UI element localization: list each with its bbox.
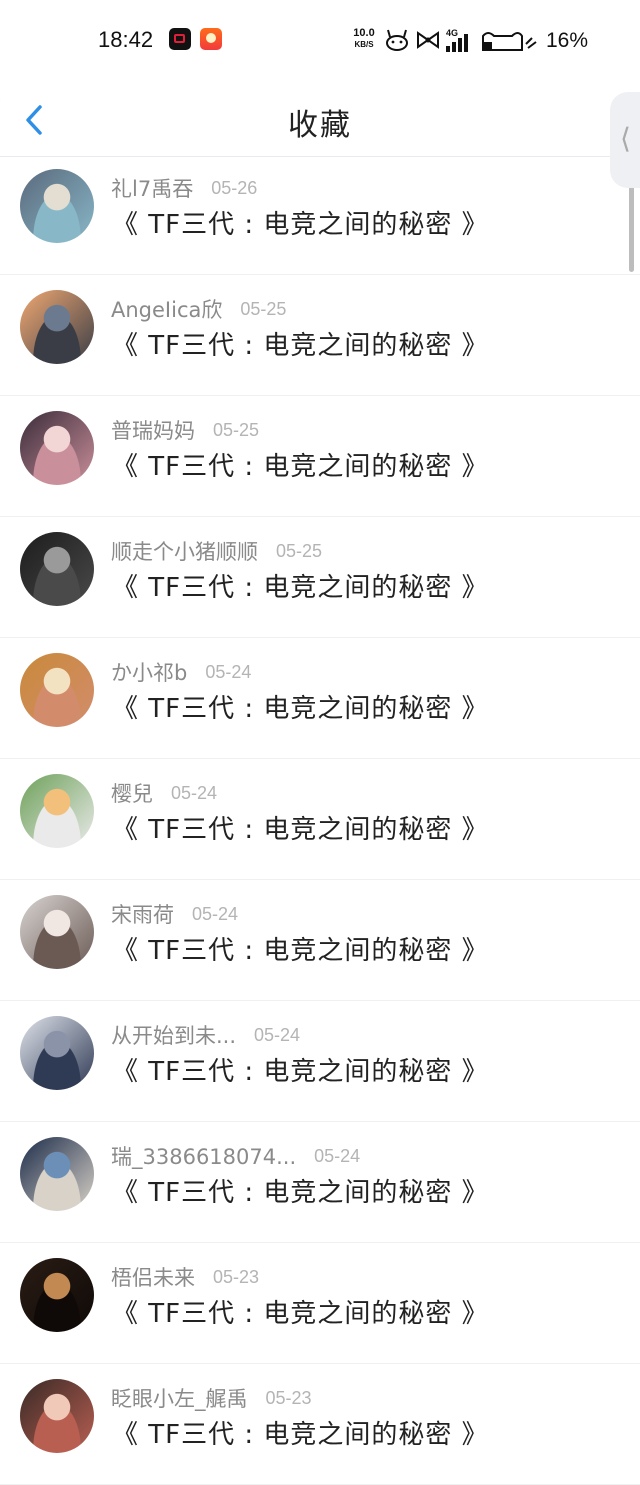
username[interactable]: 顺走个小猪顺顺: [111, 536, 258, 566]
item-meta: 宋雨荷 05-24: [111, 900, 238, 928]
username[interactable]: 宋雨荷: [111, 899, 174, 929]
avatar[interactable]: [20, 169, 94, 243]
status-bar: 18:42 10.0 KB/S 4G 16%: [0, 0, 640, 80]
username[interactable]: 普瑞妈妈: [111, 415, 195, 445]
date: 05-24: [205, 661, 252, 682]
date: 05-25: [276, 540, 323, 561]
story-title[interactable]: 《 TF三代 : 电竞之间的秘密 》: [112, 688, 489, 725]
screen-record-app-icon: [169, 28, 191, 50]
item-meta: 眨眼小左_艉禹 05-23: [111, 1384, 312, 1412]
page-title: 收藏: [288, 108, 352, 143]
list-item[interactable]: AngeIica欣 05-25 《 TF三代 : 电竞之间的秘密 》: [0, 275, 640, 396]
username[interactable]: 梧侣未来: [111, 1262, 195, 1292]
status-time: 18:42: [98, 27, 154, 52]
network-speed-value: 10.0: [353, 27, 375, 39]
item-meta: 樱兒 05-24: [111, 779, 217, 807]
scrollbar[interactable]: [629, 186, 634, 272]
list-item[interactable]: 普瑞妈妈 05-25 《 TF三代 : 电竞之间的秘密 》: [0, 396, 640, 517]
item-meta: か小祁b 05-24: [111, 658, 251, 686]
avatar[interactable]: [20, 411, 94, 485]
story-title[interactable]: 《 TF三代 : 电竞之间的秘密 》: [112, 809, 489, 846]
battery-cat-icon: [482, 32, 537, 51]
username[interactable]: 瑞_3386618074...: [111, 1141, 296, 1171]
item-meta: 梧侣未来 05-23: [111, 1263, 259, 1291]
date: 05-25: [213, 419, 260, 440]
date: 05-24: [314, 1145, 361, 1166]
item-meta: 瑞_3386618074... 05-24: [111, 1142, 360, 1170]
story-title[interactable]: 《 TF三代 : 电竞之间的秘密 》: [112, 446, 489, 483]
story-title[interactable]: 《 TF三代 : 电竞之间的秘密 》: [112, 1293, 489, 1330]
favorites-list: 礼l7禹吞 05-26 《 TF三代 : 电竞之间的秘密 》 AngeIica欣…: [0, 154, 640, 1485]
list-item[interactable]: 宋雨荷 05-24 《 TF三代 : 电竞之间的秘密 》: [0, 880, 640, 1001]
story-title[interactable]: 《 TF三代 : 电竞之间的秘密 》: [112, 567, 489, 604]
bow-icon: [417, 31, 439, 49]
list-item[interactable]: 樱兒 05-24 《 TF三代 : 电竞之间的秘密 》: [0, 759, 640, 880]
username[interactable]: か小祁b: [111, 657, 187, 687]
date: 05-24: [192, 903, 239, 924]
list-item[interactable]: 从开始到未... 05-24 《 TF三代 : 电竞之间的秘密 》: [0, 1001, 640, 1122]
avatar[interactable]: [20, 774, 94, 848]
list-item[interactable]: 礼l7禹吞 05-26 《 TF三代 : 电竞之间的秘密 》: [0, 154, 640, 275]
network-speed: 10.0 KB/S: [347, 28, 381, 50]
item-meta: 普瑞妈妈 05-25: [111, 416, 259, 444]
battery-percent: 16%: [546, 29, 589, 52]
date: 05-24: [254, 1024, 301, 1045]
story-title[interactable]: 《 TF三代 : 电竞之间的秘密 》: [112, 1051, 489, 1088]
username[interactable]: AngeIica欣: [111, 294, 222, 324]
story-title[interactable]: 《 TF三代 : 电竞之间的秘密 》: [112, 325, 489, 362]
list-item[interactable]: か小祁b 05-24 《 TF三代 : 电竞之间的秘密 》: [0, 638, 640, 759]
list-item[interactable]: 梧侣未来 05-23 《 TF三代 : 电竞之间的秘密 》: [0, 1243, 640, 1364]
date: 05-23: [265, 1387, 312, 1408]
username[interactable]: 樱兒: [111, 778, 153, 808]
bunny-icon: [386, 29, 408, 51]
nav-header: 收藏: [0, 80, 640, 156]
username[interactable]: 礼l7禹吞: [111, 173, 193, 203]
item-meta: AngeIica欣 05-25: [111, 295, 286, 323]
item-meta: 礼l7禹吞 05-26: [111, 174, 257, 202]
side-panel-handle[interactable]: ⟨: [610, 92, 640, 188]
story-title[interactable]: 《 TF三代 : 电竞之间的秘密 》: [112, 1172, 489, 1209]
username[interactable]: 眨眼小左_艉禹: [111, 1383, 248, 1413]
avatar[interactable]: [20, 532, 94, 606]
item-meta: 顺走个小猪顺顺 05-25: [111, 537, 322, 565]
network-type: 4G: [446, 28, 459, 38]
username[interactable]: 从开始到未...: [111, 1020, 236, 1050]
avatar[interactable]: [20, 1137, 94, 1211]
date: 05-24: [171, 782, 218, 803]
story-title[interactable]: 《 TF三代 : 电竞之间的秘密 》: [112, 930, 489, 967]
network-speed-unit: KB/S: [354, 40, 374, 49]
story-title[interactable]: 《 TF三代 : 电竞之间的秘密 》: [112, 204, 489, 241]
avatar[interactable]: [20, 1016, 94, 1090]
avatar[interactable]: [20, 895, 94, 969]
list-item[interactable]: 眨眼小左_艉禹 05-23 《 TF三代 : 电竞之间的秘密 》: [0, 1364, 640, 1485]
date: 05-23: [213, 1266, 260, 1287]
item-meta: 从开始到未... 05-24: [111, 1021, 300, 1049]
avatar[interactable]: [20, 1379, 94, 1453]
list-item[interactable]: 顺走个小猪顺顺 05-25 《 TF三代 : 电竞之间的秘密 》: [0, 517, 640, 638]
avatar[interactable]: [20, 1258, 94, 1332]
date: 05-26: [211, 177, 258, 198]
list-item[interactable]: 瑞_3386618074... 05-24 《 TF三代 : 电竞之间的秘密 》: [0, 1122, 640, 1243]
date: 05-25: [240, 298, 287, 319]
signal-icon: 4G: [446, 28, 480, 52]
chevron-left-icon: ⟨: [620, 122, 631, 155]
video-app-icon: [200, 28, 222, 50]
avatar[interactable]: [20, 653, 94, 727]
avatar[interactable]: [20, 290, 94, 364]
